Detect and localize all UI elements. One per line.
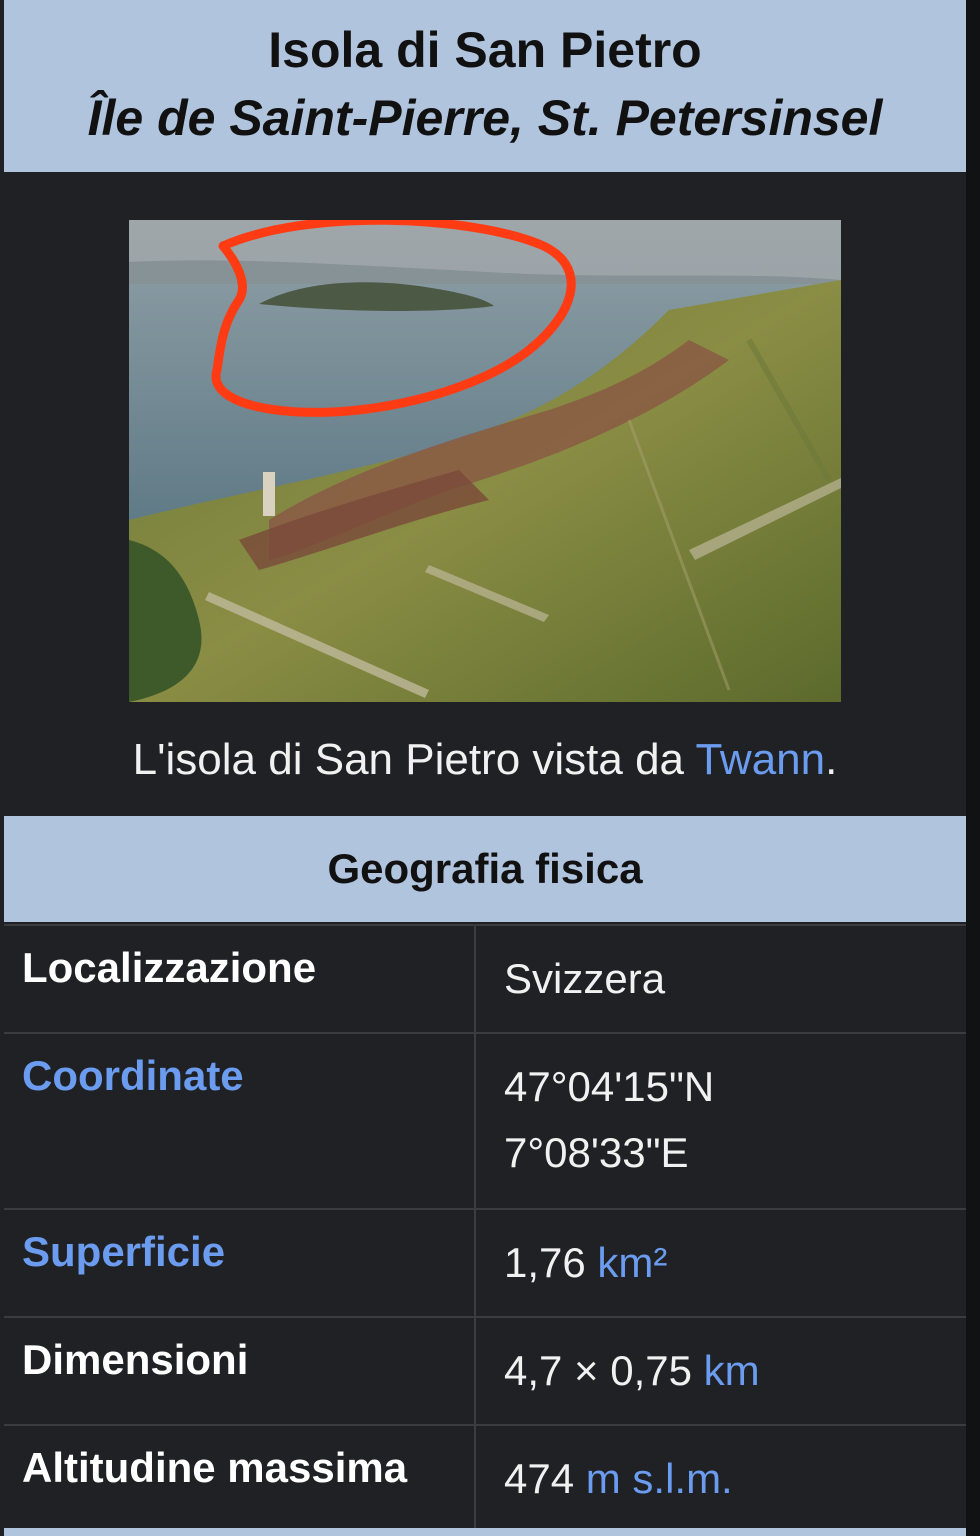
row-altitudine: Altitudine massima 474 m s.l.m.	[4, 1424, 966, 1530]
island-photo[interactable]	[129, 220, 841, 702]
km2-link[interactable]: km²	[597, 1239, 667, 1286]
row-coordinate: Coordinate 47°04'15"N 7°08'33"E	[4, 1032, 966, 1208]
altitudine-number: 474	[504, 1455, 575, 1502]
page-edge	[966, 0, 980, 1536]
infobox-subtitle: Île de Saint-Pierre, St. Petersinsel	[87, 90, 883, 146]
row-dimensioni: Dimensioni 4,7 × 0,75 km	[4, 1316, 966, 1424]
row-label-localizzazione: Localizzazione	[22, 944, 317, 991]
row-value-superficie: 1,76 km²	[504, 1230, 667, 1296]
bottom-border	[4, 1528, 966, 1536]
row-label-coordinate-link[interactable]: Coordinate	[22, 1048, 244, 1104]
coordinate-latitude: 47°04'15"N	[504, 1063, 715, 1110]
twann-link[interactable]: Twann	[695, 735, 825, 784]
infobox-title: Isola di San Pietro	[268, 22, 702, 78]
infobox-image-cell: L'isola di San Pietro vista da Twann.	[4, 174, 966, 814]
caption-text: L'isola di San Pietro vista da	[132, 735, 696, 784]
row-label-dimensioni: Dimensioni	[22, 1336, 249, 1383]
km-link[interactable]: km	[704, 1347, 760, 1394]
row-value-altitudine: 474 m s.l.m.	[504, 1446, 733, 1512]
image-caption: L'isola di San Pietro vista da Twann.	[4, 732, 966, 788]
row-label-superficie-link[interactable]: Superficie	[22, 1224, 225, 1280]
infobox: Isola di San Pietro Île de Saint-Pierre,…	[0, 0, 980, 1536]
row-localizzazione: Localizzazione Svizzera	[4, 924, 966, 1032]
row-superficie: Superficie 1,76 km²	[4, 1208, 966, 1316]
msl-link[interactable]: m s.l.m.	[586, 1455, 733, 1502]
caption-period: .	[825, 735, 838, 784]
section-header-geografia: Geografia fisica	[4, 816, 966, 922]
coordinate-longitude: 7°08'33"E	[504, 1129, 689, 1176]
row-value-coordinate[interactable]: 47°04'15"N 7°08'33"E	[504, 1054, 714, 1186]
row-label-altitudine: Altitudine massima	[22, 1444, 408, 1491]
superficie-number: 1,76	[504, 1239, 586, 1286]
row-value-dimensioni: 4,7 × 0,75 km	[504, 1338, 760, 1404]
island-photo-drawing	[129, 220, 841, 702]
dimensioni-number: 4,7 × 0,75	[504, 1347, 692, 1394]
row-value-localizzazione: Svizzera	[504, 955, 666, 1002]
infobox-title-block: Isola di San Pietro Île de Saint-Pierre,…	[4, 0, 966, 172]
